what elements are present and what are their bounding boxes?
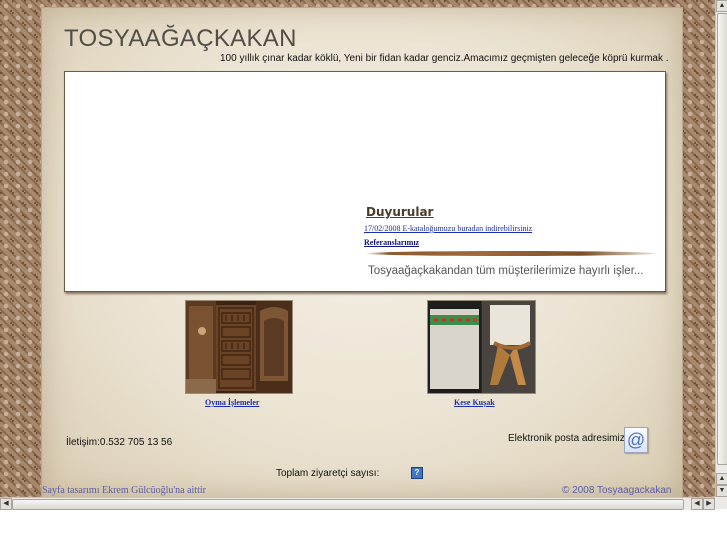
carved-wood-door-photo[interactable] (185, 300, 293, 394)
scroll-right-arrow-icon[interactable]: ▶ (703, 498, 715, 510)
scroll-up-arrow-icon-lower[interactable]: ▲ (716, 473, 727, 485)
visitor-counter-label: Toplam ziyaretçi sayısı: (276, 468, 380, 479)
horizontal-scrollbar[interactable]: ◀ ◀ ▶ (0, 497, 715, 510)
content-box: Duyurular 17/02/2008 E-kataloğumuzu bura… (64, 71, 666, 292)
brush-stroke-divider (365, 251, 655, 256)
copyright-notice: © 2008 Tosyaagackakan (562, 485, 672, 496)
embroidered-sash-image (428, 301, 535, 393)
scroll-left-arrow-icon[interactable]: ◀ (0, 498, 12, 510)
scroll-up-arrow-icon[interactable]: ▲ (716, 0, 727, 12)
gallery-caption-sash[interactable]: Kese Kuşak (454, 398, 495, 407)
announcements-title[interactable]: Duyurular (366, 205, 433, 219)
site-title: TOSYAAĞAÇKAKAN (64, 25, 297, 52)
counter-placeholder-icon: ? (411, 467, 423, 479)
design-credit: Sayfa tasarımı Ekrem Gülcüoğlu'na aittir (42, 485, 206, 496)
scroll-left-arrow-icon-right[interactable]: ◀ (691, 498, 703, 510)
vertical-scroll-thumb[interactable] (717, 13, 727, 465)
email-label: Elektronik posta adresimiz (508, 433, 625, 444)
scrolling-message: Tosyaağaçkakandan tüm müşterilerimize ha… (368, 265, 644, 277)
carved-wood-image (186, 301, 292, 393)
main-panel: TOSYAAĞAÇKAKAN 100 yıllık çınar kadar kö… (42, 8, 682, 497)
contact-phone: İletişim:0.532 705 13 56 (66, 437, 173, 448)
horizontal-scroll-thumb[interactable] (12, 499, 684, 510)
vertical-scrollbar[interactable]: ▲ ▲ ▼ (715, 0, 727, 497)
catalog-download-link[interactable]: 17/02/2008 E-kataloğumuzu buradan indire… (364, 224, 532, 233)
scroll-down-arrow-icon[interactable]: ▼ (716, 485, 727, 497)
references-link[interactable]: Referanslarımız (364, 238, 419, 247)
gallery-caption-carving[interactable]: Oyma İşlemeler (205, 398, 259, 407)
at-sign-icon[interactable]: @ (624, 427, 648, 453)
embroidered-sash-photo[interactable] (427, 300, 536, 394)
site-tagline: 100 yıllık çınar kadar köklü, Yeni bir f… (220, 53, 669, 64)
scrollbar-corner (715, 497, 727, 509)
